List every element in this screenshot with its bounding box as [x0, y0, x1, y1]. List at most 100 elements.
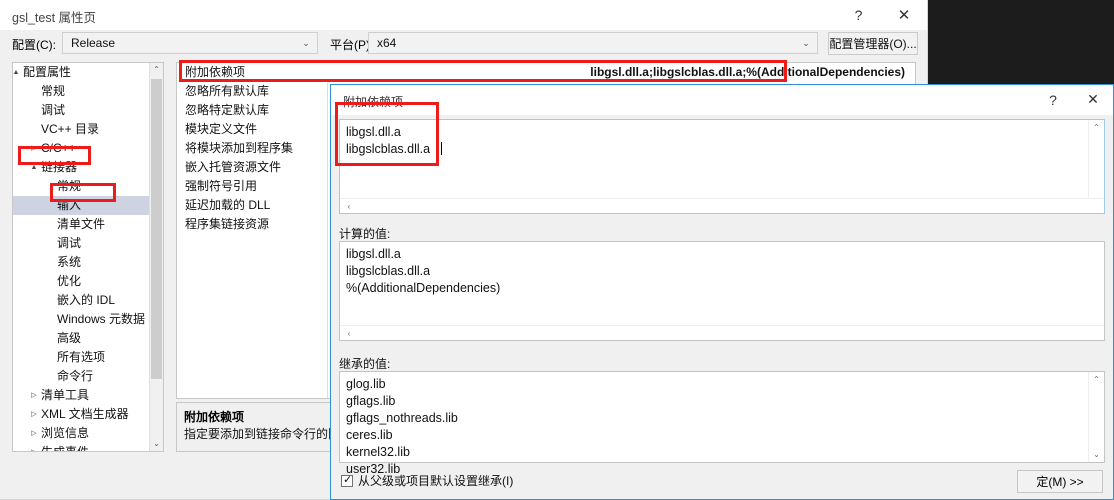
scroll-up-icon[interactable]: ⌃	[1089, 372, 1104, 387]
configuration-manager-button[interactable]: 配置管理器(O)...	[828, 32, 918, 55]
property-name: 延迟加载的 DLL	[185, 196, 270, 215]
tree-item-label: 输入	[57, 196, 81, 215]
tree-item[interactable]: 高级	[13, 329, 163, 348]
property-row[interactable]: 附加依赖项 libgsl.dll.a;libgslcblas.dll.a;%(Ad…	[177, 63, 915, 82]
close-icon[interactable]: ✕	[881, 0, 927, 30]
tree-items: ▲配置属性常规调试VC++ 目录▷C/C++▲链接器常规输入清单文件调试系统优化…	[13, 63, 163, 452]
configuration-value: Release	[63, 36, 295, 50]
inherit-checkbox-row[interactable]: 从父级或项目默认设置继承(I)	[341, 472, 513, 489]
tree-item[interactable]: ▷浏览信息	[13, 424, 163, 443]
configuration-dropdown[interactable]: Release ⌄	[62, 32, 318, 54]
dialog-title-bar: 附加依赖项 ? ✕	[331, 85, 1113, 115]
scroll-up-icon[interactable]: ⌃	[1089, 120, 1104, 135]
scroll-up-icon[interactable]: ⌃	[150, 63, 163, 77]
inherited-values-label: 继承的值:	[339, 355, 390, 372]
textarea-hscrollbar[interactable]: ‹	[340, 198, 1104, 213]
collapsed-arrow-icon[interactable]: ▷	[28, 405, 40, 424]
expanded-arrow-icon[interactable]: ▲	[28, 158, 40, 177]
window-title: gsl_test 属性页	[12, 7, 96, 26]
tree-scrollbar[interactable]: ⌃ ⌄	[149, 63, 163, 451]
configuration-tree[interactable]: ▲配置属性常规调试VC++ 目录▷C/C++▲链接器常规输入清单文件调试系统优化…	[12, 62, 164, 452]
inherited-values-text: glog.lib gflags.lib gflags_nothreads.lib…	[346, 376, 458, 478]
tree-item[interactable]: 嵌入的 IDL	[13, 291, 163, 310]
scrollbar-thumb[interactable]	[151, 79, 162, 379]
property-name: 忽略所有默认库	[185, 82, 269, 101]
tree-item-label: 命令行	[57, 367, 93, 386]
platform-label: 平台(P):	[330, 36, 373, 53]
tree-item-label: 系统	[57, 253, 81, 272]
window-title-bar: gsl_test 属性页 ? ✕	[0, 0, 927, 30]
tree-item[interactable]: VC++ 目录	[13, 120, 163, 139]
inherited-values-box[interactable]: glog.lib gflags.lib gflags_nothreads.lib…	[339, 371, 1105, 463]
window-controls: ? ✕	[836, 0, 927, 30]
expanded-arrow-icon[interactable]: ▲	[12, 63, 22, 82]
tree-item[interactable]: ▲链接器	[13, 158, 163, 177]
tree-item-label: 清单文件	[57, 215, 105, 234]
tree-item-label: VC++ 目录	[41, 120, 99, 139]
tree-item[interactable]: ▷XML 文档生成器	[13, 405, 163, 424]
property-name: 模块定义文件	[185, 120, 257, 139]
tree-item-label: 配置属性	[23, 63, 71, 82]
description-title: 附加依赖项	[184, 408, 244, 425]
tree-item[interactable]: ▷生成事件	[13, 443, 163, 452]
tree-item[interactable]: 调试	[13, 101, 163, 120]
tree-item-label: 清单工具	[41, 386, 89, 405]
help-icon[interactable]: ?	[836, 0, 881, 30]
tree-item[interactable]: ▲配置属性	[13, 63, 163, 82]
tree-item[interactable]: 输入	[13, 196, 163, 215]
collapsed-arrow-icon[interactable]: ▷	[28, 139, 40, 158]
inherit-checkbox[interactable]	[341, 475, 353, 487]
tree-item[interactable]: 系统	[13, 253, 163, 272]
dependencies-textarea[interactable]: libgsl.dll.a libgslcblas.dll.a ⌃ ⌄ ‹	[339, 119, 1105, 214]
collapsed-arrow-icon[interactable]: ▷	[28, 386, 40, 405]
property-name: 附加依赖项	[185, 63, 245, 82]
tree-item-label: 所有选项	[57, 348, 105, 367]
tree-item-label: 高级	[57, 329, 81, 348]
tree-item[interactable]: ▷C/C++	[13, 139, 163, 158]
scroll-down-icon[interactable]: ⌄	[150, 437, 163, 451]
text-caret	[441, 142, 442, 155]
dialog-help-icon[interactable]: ?	[1033, 85, 1073, 114]
inherited-scrollbar[interactable]: ⌃ ⌄	[1088, 372, 1104, 462]
tree-item[interactable]: 调试	[13, 234, 163, 253]
platform-dropdown[interactable]: x64 ⌄	[368, 32, 818, 54]
tree-item[interactable]: 常规	[13, 177, 163, 196]
scroll-down-icon[interactable]: ⌄	[1089, 447, 1104, 462]
tree-item-label: 常规	[41, 82, 65, 101]
tree-item-label: 浏览信息	[41, 424, 89, 443]
tree-item-label: C/C++	[41, 139, 76, 158]
dialog-close-icon[interactable]: ✕	[1073, 85, 1113, 114]
inherit-checkbox-label: 从父级或项目默认设置继承(I)	[358, 472, 513, 489]
tree-item[interactable]: 命令行	[13, 367, 163, 386]
chevron-down-icon: ⌄	[795, 38, 817, 49]
property-name: 强制符号引用	[185, 177, 257, 196]
computed-hscrollbar[interactable]: ‹	[340, 325, 1104, 340]
tree-item[interactable]: 清单文件	[13, 215, 163, 234]
tree-item-label: 调试	[41, 101, 65, 120]
tree-item-label: 优化	[57, 272, 81, 291]
property-name: 将模块添加到程序集	[185, 139, 293, 158]
collapsed-arrow-icon[interactable]: ▷	[28, 443, 40, 452]
collapsed-arrow-icon[interactable]: ▷	[28, 424, 40, 443]
tree-item-label: 常规	[57, 177, 81, 196]
tree-item[interactable]: Windows 元数据	[13, 310, 163, 329]
additional-dependencies-dialog: 附加依赖项 ? ✕ libgsl.dll.a libgslcblas.dll.a…	[330, 84, 1114, 500]
property-name: 嵌入托管资源文件	[185, 158, 281, 177]
ok-button[interactable]: 定(M) >>	[1017, 470, 1103, 493]
computed-values-box[interactable]: libgsl.dll.a libgslcblas.dll.a %(Additio…	[339, 241, 1105, 341]
tree-item[interactable]: 优化	[13, 272, 163, 291]
computed-values-text: libgsl.dll.a libgslcblas.dll.a %(Additio…	[346, 246, 500, 297]
configuration-label: 配置(C):	[12, 36, 56, 53]
tree-item-label: XML 文档生成器	[41, 405, 129, 424]
property-value: libgsl.dll.a;libgslcblas.dll.a;%(Additio…	[590, 63, 905, 82]
configuration-row: 配置(C): Release ⌄ 平台(P): x64 ⌄ 配置管理器(O)..…	[0, 30, 928, 58]
tree-item-label: 生成事件	[41, 443, 89, 452]
tree-item-label: Windows 元数据	[57, 310, 145, 329]
tree-item[interactable]: 常规	[13, 82, 163, 101]
tree-item[interactable]: 所有选项	[13, 348, 163, 367]
tree-item[interactable]: ▷清单工具	[13, 386, 163, 405]
scroll-left-icon[interactable]: ‹	[342, 199, 356, 214]
scroll-left-icon[interactable]: ‹	[342, 326, 356, 341]
chevron-down-icon: ⌄	[295, 38, 317, 49]
dialog-title: 附加依赖项	[343, 93, 403, 110]
